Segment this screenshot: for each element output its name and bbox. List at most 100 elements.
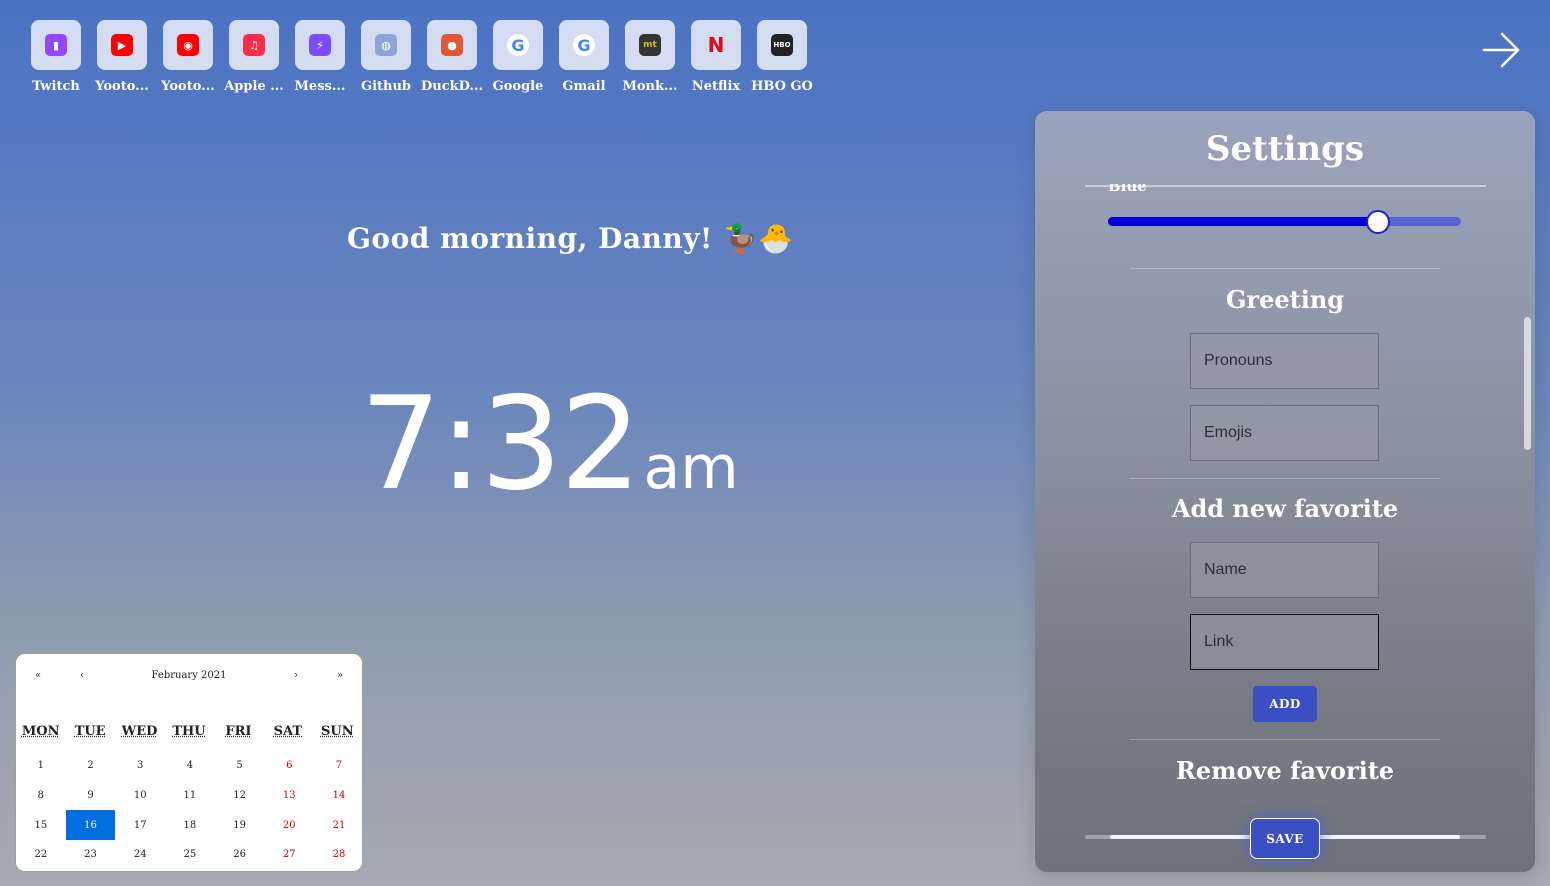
calendar-day[interactable]: 1 (16, 751, 66, 781)
weekday-label: FRI (225, 724, 252, 739)
divider (1130, 478, 1440, 479)
favorite-tile[interactable]: ▶ (97, 20, 147, 70)
favorite-name-input[interactable] (1190, 542, 1379, 598)
clock: 7:32am (360, 370, 739, 519)
calendar-day[interactable]: 19 (215, 810, 265, 840)
greeting-text: Good morning, Danny! 🦆🐣 (347, 222, 794, 255)
favorite-item[interactable]: N Netflix (691, 20, 741, 94)
calendar-day[interactable]: 5 (215, 751, 265, 781)
greeting-section-title: Greeting (1225, 285, 1345, 314)
weekday-label: THU (172, 724, 206, 739)
favorite-item[interactable]: ◍ Github (361, 20, 411, 94)
favorite-label: HBO GO (751, 79, 813, 94)
calendar-day[interactable]: 2 (66, 751, 116, 781)
calendar: « ‹ February 2021 › » MON TUE WED THU FRI SAT… (15, 653, 363, 872)
slider-fill (1108, 217, 1379, 226)
calendar-day[interactable]: 3 (115, 751, 165, 781)
calendar-day[interactable]: 16 (65, 810, 116, 841)
favorite-label: Apple ... (224, 79, 284, 94)
calendar-day[interactable]: 24 (115, 840, 165, 870)
favorites-bar: ▮ Twitch ▶ Yooto... ◉ Yooto... ♫ Apple ... ⚡ Mess… (31, 20, 813, 94)
favorite-label: Github (360, 79, 412, 94)
save-button[interactable]: SAVE (1250, 818, 1320, 859)
calendar-day[interactable]: 26 (215, 840, 265, 870)
calendar-day[interactable]: 9 (66, 781, 116, 811)
calendar-day[interactable]: 6 (264, 751, 314, 781)
settings-scrollbar[interactable] (1524, 317, 1531, 450)
calendar-day[interactable]: 8 (16, 781, 66, 811)
favorite-tile[interactable]: ▮ (31, 20, 81, 70)
arrow-right-icon[interactable] (1480, 30, 1524, 70)
favorite-tile[interactable]: ♫ (229, 20, 279, 70)
hbo-icon: HBO (771, 34, 793, 56)
favorite-tile[interactable]: ⚡ (295, 20, 345, 70)
emojis-input[interactable] (1190, 405, 1379, 461)
calendar-day[interactable]: 13 (264, 781, 314, 811)
favorite-label: Twitch (32, 79, 80, 94)
calendar-navigation: « ‹ February 2021 › » (16, 654, 362, 696)
weekday-label: WED (121, 724, 158, 739)
favorite-tile[interactable]: G (493, 20, 543, 70)
calendar-day[interactable]: 28 (314, 840, 362, 870)
favorite-item[interactable]: ⚡ Mess... (295, 20, 345, 94)
clock-time: 7:32 (360, 370, 641, 519)
calendar-day[interactable]: 25 (165, 840, 215, 870)
favorite-tile[interactable]: mt (625, 20, 675, 70)
favorite-item[interactable]: ▮ Twitch (31, 20, 81, 94)
pronouns-input[interactable] (1190, 333, 1379, 389)
weekday-label: MON (21, 724, 60, 739)
divider (1130, 268, 1440, 269)
favorite-label: DuckD... (420, 79, 484, 94)
favorite-item[interactable]: mt Monk... (622, 20, 678, 94)
favorite-tile[interactable]: ● (427, 20, 477, 70)
month-label[interactable]: February 2021 (104, 670, 274, 681)
slider-thumb[interactable] (1366, 210, 1391, 234)
calendar-day[interactable]: 7 (314, 751, 362, 781)
favorite-tile[interactable]: ◉ (163, 20, 213, 70)
next-month-button[interactable]: › (274, 670, 318, 681)
netflix-icon: N (707, 33, 725, 57)
favorite-tile[interactable]: G (559, 20, 609, 70)
calendar-day[interactable]: 23 (66, 840, 116, 870)
favorite-item[interactable]: ● DuckD... (421, 20, 483, 94)
monkeytype-icon: mt (639, 34, 661, 56)
favorite-item[interactable]: ▶ Yooto... (95, 20, 149, 94)
prev-month-button[interactable]: ‹ (60, 670, 104, 681)
divider (1130, 739, 1440, 740)
favorite-tile[interactable]: N (691, 20, 741, 70)
calendar-day[interactable]: 11 (165, 781, 215, 811)
calendar-day[interactable]: 15 (16, 810, 66, 840)
apple-music-icon: ♫ (243, 34, 265, 56)
favorite-item[interactable]: G Gmail (559, 20, 609, 94)
favorite-tile[interactable]: ◍ (361, 20, 411, 70)
calendar-day[interactable]: 14 (314, 781, 362, 811)
favorite-item[interactable]: ◉ Yooto... (161, 20, 215, 94)
add-favorite-button[interactable]: ADD (1253, 686, 1317, 722)
calendar-day[interactable]: 4 (165, 751, 215, 781)
google-icon: G (573, 34, 595, 56)
favorite-label: Yooto... (95, 79, 149, 94)
favorite-item[interactable]: HBO HBO GO (751, 20, 813, 94)
weekday-label: SUN (320, 724, 354, 739)
favorite-item[interactable]: G Google (493, 20, 543, 94)
weekday-header: MON TUE WED THU FRI SAT SUN (16, 724, 362, 739)
calendar-day[interactable]: 17 (115, 810, 165, 840)
favorite-label: Netflix (691, 79, 741, 94)
next-year-button[interactable]: » (318, 670, 362, 681)
favorite-label: Monk... (622, 79, 678, 94)
calendar-day[interactable]: 10 (115, 781, 165, 811)
prev-year-button[interactable]: « (16, 670, 60, 681)
calendar-day[interactable]: 12 (215, 781, 265, 811)
favorite-link-input[interactable] (1190, 614, 1379, 670)
favorite-tile[interactable]: HBO (757, 20, 807, 70)
favorite-item[interactable]: ♫ Apple ... (224, 20, 284, 94)
calendar-day[interactable]: 22 (16, 840, 66, 870)
calendar-day[interactable]: 18 (165, 810, 215, 840)
youtube-music-icon: ◉ (177, 34, 199, 56)
twitch-icon: ▮ (45, 34, 67, 56)
calendar-day[interactable]: 27 (264, 840, 314, 870)
calendar-day[interactable]: 21 (314, 810, 362, 840)
blue-slider[interactable] (1108, 210, 1461, 234)
add-favorite-title: Add new favorite (1171, 494, 1399, 523)
calendar-day[interactable]: 20 (264, 810, 314, 840)
